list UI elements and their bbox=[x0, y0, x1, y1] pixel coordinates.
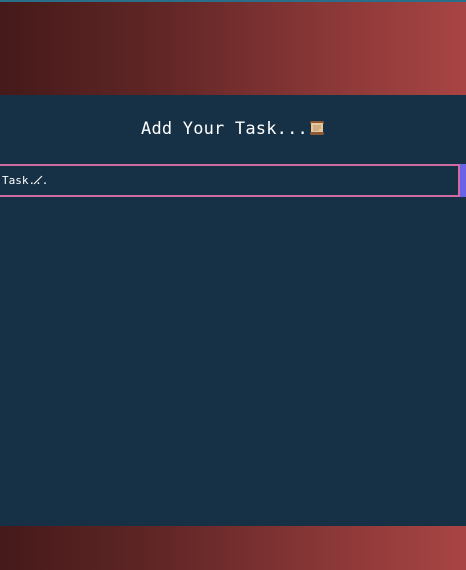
task-panel: Add Your Task... bbox=[0, 95, 466, 526]
pencil-icon bbox=[33, 175, 43, 185]
page-title-text: Add Your Task... bbox=[141, 119, 308, 139]
scroll-icon bbox=[309, 121, 324, 135]
top-gradient-band bbox=[0, 0, 466, 95]
page-title: Add Your Task... bbox=[0, 115, 466, 143]
task-input[interactable] bbox=[0, 164, 460, 197]
add-task-button[interactable] bbox=[460, 164, 466, 197]
bottom-gradient-band bbox=[0, 526, 466, 570]
